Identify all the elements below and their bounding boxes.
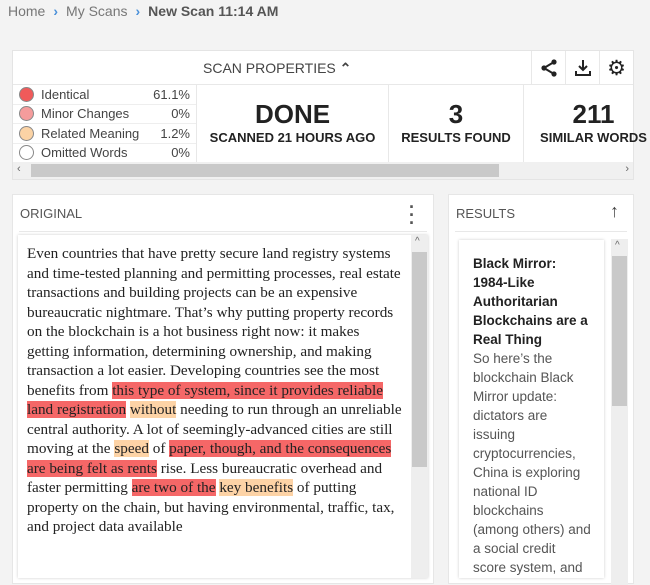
legend-label: Omitted Words: [41, 145, 128, 161]
original-document: Even countries that have pretty secure l…: [18, 235, 428, 578]
scan-status: DONE SCANNED 21 HOURS AGO: [196, 85, 388, 163]
breadcrumb: Home › My Scans › New Scan 11:14 AM: [8, 3, 278, 19]
identical-match[interactable]: are two of the: [131, 479, 216, 496]
text-segment: Even countries that have pretty secure l…: [27, 245, 401, 399]
breadcrumb-my-scans[interactable]: My Scans: [66, 3, 127, 19]
vertical-scrollbar[interactable]: ^: [411, 235, 428, 578]
arrow-up-icon[interactable]: ↑: [610, 201, 619, 222]
more-options-icon[interactable]: · · ·: [409, 198, 415, 232]
settings-button[interactable]: ⚙: [599, 51, 633, 85]
share-button[interactable]: [531, 51, 565, 85]
download-icon: [574, 60, 591, 76]
scan-properties-title: SCAN PROPERTIES: [203, 60, 336, 76]
chevron-right-icon: ›: [53, 3, 59, 19]
related-meaning-match[interactable]: without: [129, 401, 177, 418]
legend-color-dot: [19, 145, 34, 161]
related-meaning-match[interactable]: key benefits: [219, 479, 294, 496]
legend-percent: 61.1%: [153, 86, 190, 102]
legend-label: Minor Changes: [41, 106, 130, 122]
legend-item[interactable]: Minor Changes 0%: [13, 105, 196, 124]
scan-properties-toggle[interactable]: SCAN PROPERTIES ⌃: [203, 60, 351, 77]
related-meaning-match[interactable]: speed: [114, 440, 149, 457]
legend-label: Identical: [41, 86, 90, 102]
legend-item[interactable]: Related Meaning 1.2%: [13, 124, 196, 144]
breadcrumb-current: New Scan 11:14 AM: [148, 3, 279, 19]
text-segment: of: [148, 440, 170, 457]
legend-color-dot: [19, 106, 34, 122]
legend-color-dot: [19, 125, 34, 141]
gear-icon: ⚙: [607, 56, 626, 80]
similar-words-label: SIMILAR WORDS: [540, 130, 647, 145]
legend-percent: 0%: [171, 106, 190, 122]
breadcrumb-home[interactable]: Home: [8, 3, 45, 19]
results-scrollbar[interactable]: ^: [611, 239, 628, 585]
result-snippet: So here’s the blockchain Black Mirror up…: [473, 351, 591, 575]
status-label: SCANNED 21 HOURS AGO: [209, 130, 376, 145]
horizontal-scrollbar[interactable]: ‹ ›: [13, 162, 633, 179]
results-title: RESULTS: [456, 206, 515, 221]
legend-label: Related Meaning: [41, 125, 140, 141]
similar-words: 211 SIMILAR WORDS: [523, 85, 650, 163]
legend-item[interactable]: Identical 61.1%: [13, 85, 196, 105]
original-text: Even countries that have pretty secure l…: [27, 244, 405, 537]
legend-percent: 1.2%: [160, 125, 190, 141]
results-label: RESULTS FOUND: [401, 130, 511, 145]
legend-item[interactable]: Omitted Words 0%: [13, 144, 196, 163]
similar-words-count: 211: [572, 99, 615, 129]
status-value: DONE: [254, 99, 331, 129]
results-count: 3: [448, 99, 464, 129]
match-legend: Identical 61.1% Minor Changes 0% Related Mea…: [13, 85, 196, 163]
results-found: 3 RESULTS FOUND: [388, 85, 523, 163]
chevron-right-icon: ›: [135, 3, 141, 19]
download-button[interactable]: [565, 51, 599, 85]
original-title: ORIGINAL: [20, 206, 83, 221]
result-title[interactable]: Black Mirror: 1984-Like Authoritarian Bl…: [473, 254, 592, 349]
legend-percent: 0%: [171, 145, 190, 161]
scan-properties-panel: SCAN PROPERTIES ⌃ ⚙ Identical 61.1% Minor …: [12, 50, 647, 180]
legend-color-dot: [19, 86, 34, 102]
result-card[interactable]: Black Mirror: 1984-Like Authoritarian Bl…: [459, 240, 604, 578]
share-icon: [540, 59, 557, 77]
chevron-up-icon: ⌃: [339, 60, 352, 76]
